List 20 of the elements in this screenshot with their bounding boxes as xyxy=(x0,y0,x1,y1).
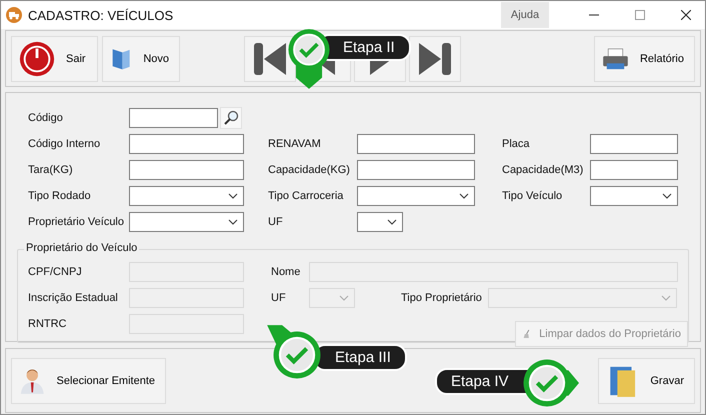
field-label: Capacidade(M3) xyxy=(502,164,584,176)
field-label: Tara(KG) xyxy=(28,164,74,176)
field-label: Inscrição Estadual xyxy=(28,292,119,304)
field-label: Capacidade(KG) xyxy=(268,164,351,176)
group-title: Proprietário do Veículo xyxy=(24,242,140,254)
field-label: UF xyxy=(268,216,284,228)
field-label: Código xyxy=(28,112,64,124)
field-label: CPF/CNPJ xyxy=(28,266,83,278)
window-title: CADASTRO: VEÍCULOS xyxy=(28,8,174,22)
field-label: Tipo Veículo xyxy=(502,190,564,202)
field-label: Placa xyxy=(502,138,531,150)
field-label: Tipo Proprietário xyxy=(401,292,483,304)
field-label: Tipo Rodado xyxy=(28,190,92,202)
field-label: Código Interno xyxy=(28,138,102,150)
field-label: Tipo Carroceria xyxy=(268,190,344,202)
field-label: RNTRC xyxy=(28,318,68,330)
field-label: RENAVAM xyxy=(268,138,322,150)
field-label: Proprietário Veículo xyxy=(28,216,125,228)
field-label: UF xyxy=(271,292,287,304)
field-label: Nome xyxy=(271,266,302,278)
